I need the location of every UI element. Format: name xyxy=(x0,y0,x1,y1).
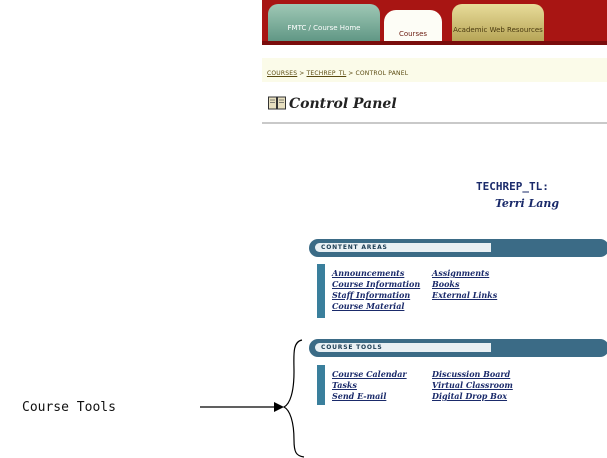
callout-arrowhead-icon xyxy=(274,402,284,412)
brace-icon xyxy=(282,339,305,458)
callout-label: Course Tools xyxy=(22,400,116,415)
annotation-overlay xyxy=(200,339,305,458)
